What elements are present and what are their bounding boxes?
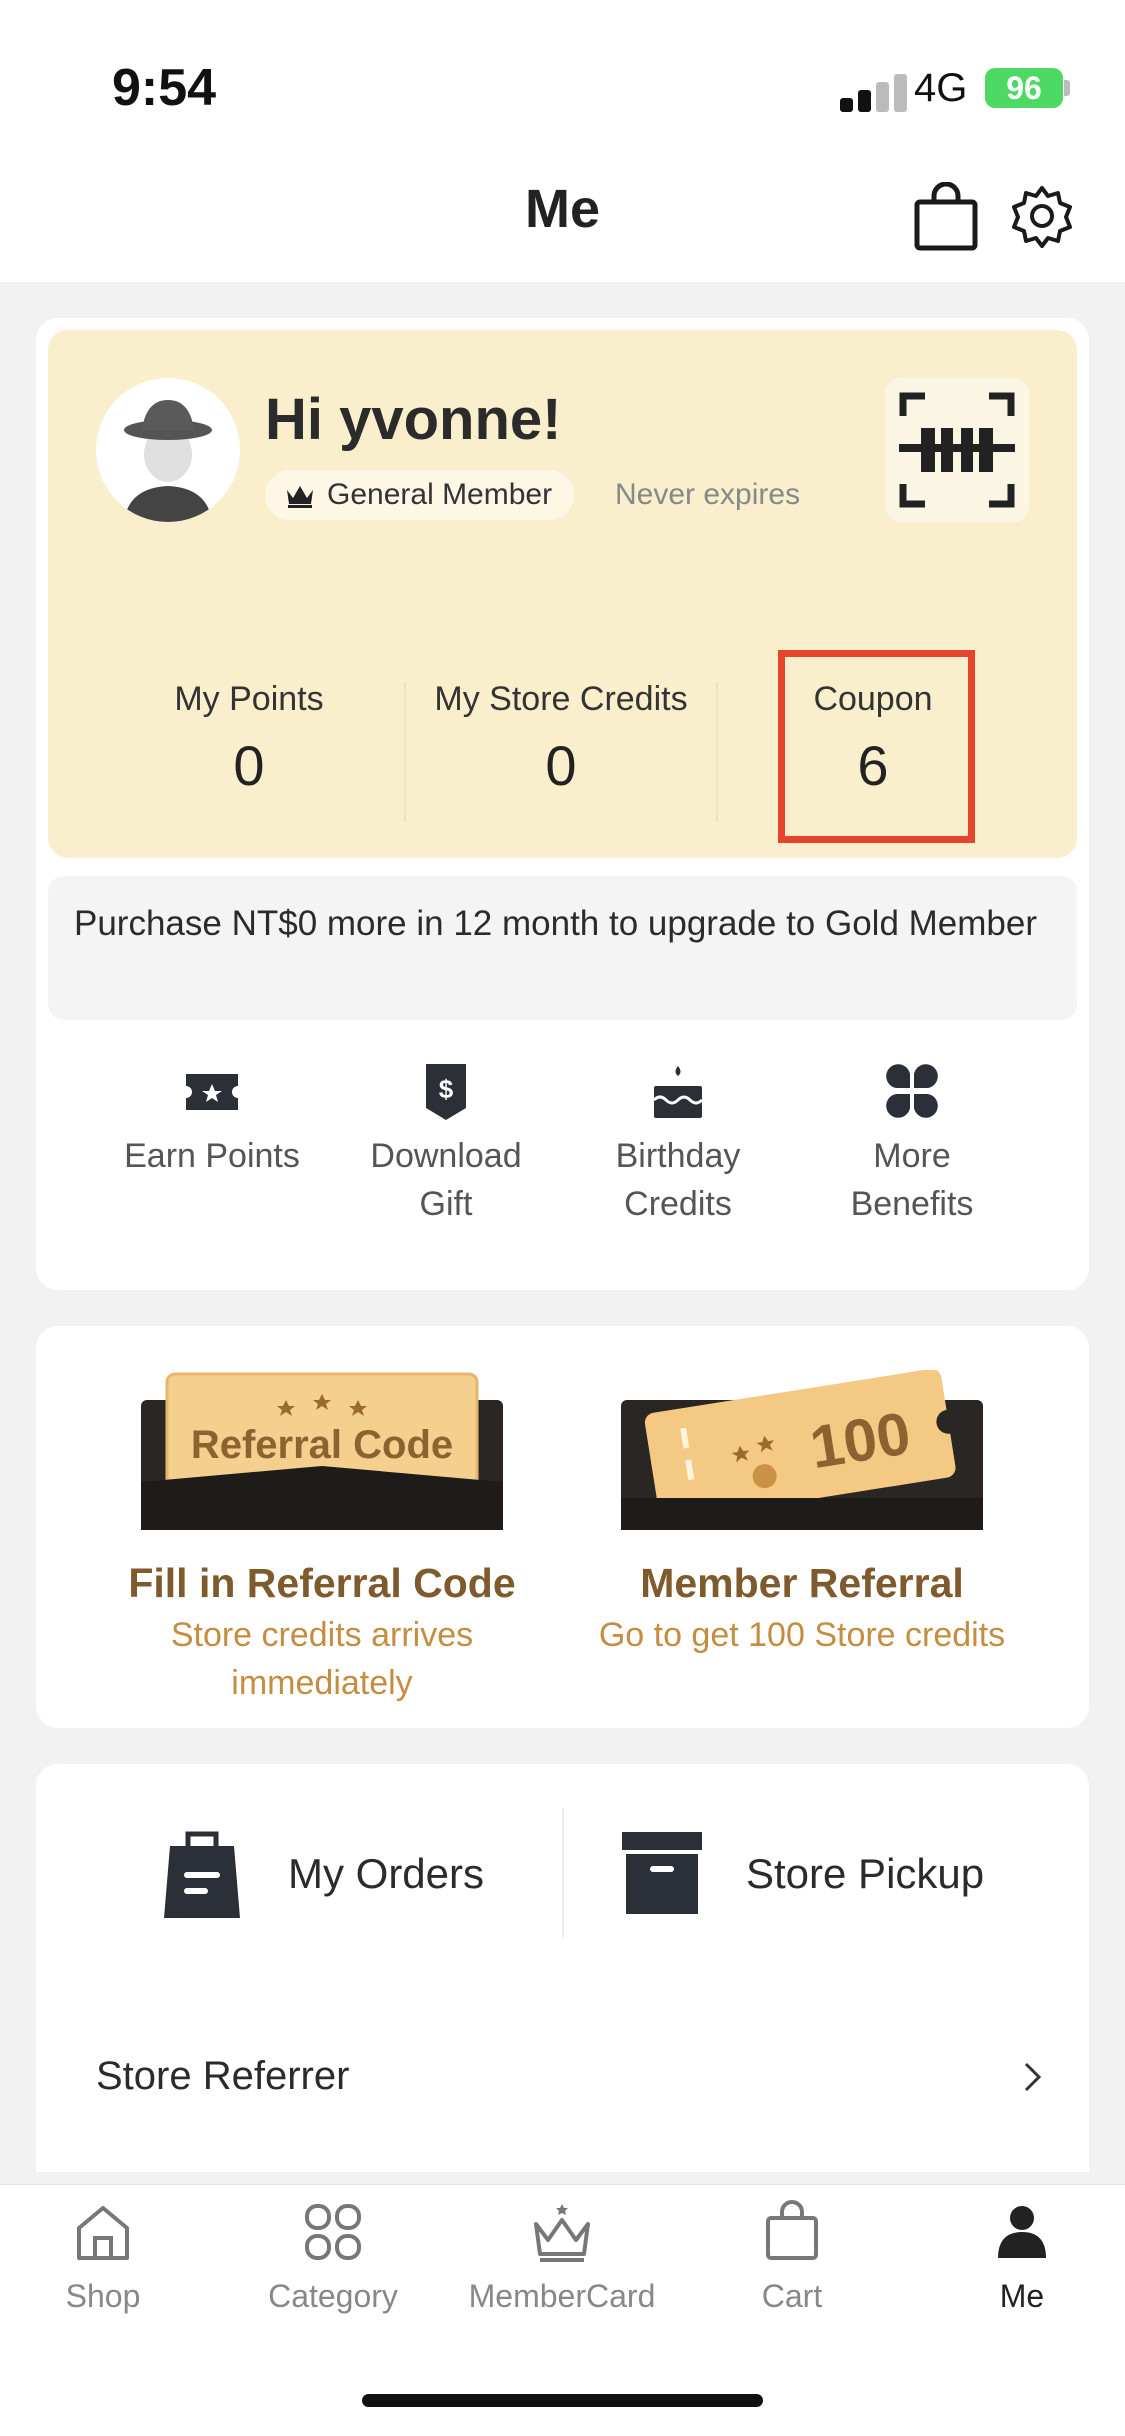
benefit-label: Gift	[419, 1185, 473, 1223]
store-referrer-label: Store Referrer	[96, 2054, 350, 2098]
status-time: 9:54	[112, 59, 217, 117]
benefit-label: Earn Points	[124, 1137, 300, 1175]
benefit-birthday-credits[interactable]: Birthday Credits	[568, 1060, 788, 1228]
home-indicator	[362, 2394, 763, 2407]
benefit-label: Credits	[624, 1185, 732, 1223]
status-bar: 9:54 4G 96	[0, 0, 1125, 170]
coupon-highlight	[778, 650, 975, 843]
member-referral-card[interactable]: 100 Member Referral Go to get 100 Store …	[572, 1370, 1032, 1659]
avatar-icon	[96, 378, 240, 522]
referral-code-image-text: Referral Code	[191, 1423, 453, 1467]
tab-category[interactable]: Category	[233, 2200, 433, 2315]
battery-tip	[1064, 80, 1070, 96]
benefit-label: More	[873, 1137, 951, 1175]
benefit-label: Birthday	[615, 1137, 741, 1175]
chevron-right-icon	[1024, 2062, 1042, 2092]
network-label: 4G	[914, 66, 968, 110]
clover-icon	[886, 1064, 938, 1118]
stat-label: My Points	[174, 680, 324, 718]
person-icon	[998, 2206, 1046, 2258]
member-referral-title: Member Referral	[640, 1560, 964, 1606]
tab-label: Shop	[65, 2278, 141, 2314]
home-icon	[77, 2206, 129, 2260]
stat-points[interactable]: My Points 0	[94, 680, 404, 798]
benefit-download-gift[interactable]: $ Download Gift	[336, 1060, 556, 1228]
credit-voucher-illustration: 100	[621, 1370, 983, 1530]
greeting: Hi yvonne!	[265, 387, 562, 452]
stat-value: 0	[233, 734, 265, 797]
category-icon	[305, 2204, 361, 2260]
benefit-more[interactable]: More Benefits	[802, 1060, 1022, 1228]
crown-icon	[287, 486, 313, 508]
tab-label: MemberCard	[468, 2278, 656, 2314]
benefit-earn-points[interactable]: Earn Points	[102, 1060, 322, 1180]
my-orders-label: My Orders	[288, 1850, 485, 1897]
barcode-scan-icon	[899, 392, 1015, 508]
crown-icon	[534, 2204, 590, 2262]
avatar[interactable]	[96, 378, 240, 522]
shopping-bag-icon[interactable]	[912, 182, 980, 252]
cake-icon	[652, 1066, 704, 1118]
upgrade-notice: Purchase NT$0 more in 12 month to upgrad…	[48, 876, 1077, 1020]
tab-cart[interactable]: Cart	[692, 2200, 892, 2315]
tab-label: Category	[268, 2278, 398, 2314]
benefit-label: Benefits	[850, 1185, 974, 1223]
battery-icon: 96	[985, 68, 1063, 108]
tab-shop[interactable]: Shop	[3, 2200, 203, 2315]
svg-text:$: $	[439, 1074, 454, 1104]
tab-label: Cart	[761, 2278, 823, 2314]
fill-referral-sub: Store credits arrives	[170, 1616, 474, 1654]
fill-referral-title: Fill in Referral Code	[128, 1560, 516, 1606]
member-referral-sub: Go to get 100 Store credits	[598, 1616, 1006, 1654]
store-pickup-label: Store Pickup	[746, 1850, 985, 1897]
ticket-icon	[186, 1074, 238, 1110]
cart-bag-icon	[766, 2200, 818, 2260]
battery-level: 96	[1006, 69, 1042, 106]
gear-icon[interactable]	[1010, 184, 1074, 248]
tier-label: General Member	[327, 478, 553, 511]
referral-code-illustration: Referral Code	[141, 1372, 503, 1530]
stat-value: 0	[545, 734, 577, 797]
orders-divider	[562, 1808, 564, 1938]
tab-label: Me	[999, 2278, 1045, 2314]
benefit-label: Download	[370, 1137, 522, 1175]
stat-label: My Store Credits	[434, 680, 688, 718]
box-icon	[622, 1832, 702, 1914]
fill-referral-sub: immediately	[231, 1664, 413, 1702]
tab-membercard[interactable]: MemberCard	[462, 2200, 662, 2315]
member-barcode-button[interactable]	[885, 378, 1029, 522]
tier-badge[interactable]: General Member	[265, 470, 575, 520]
money-badge-icon: $	[426, 1064, 466, 1120]
stat-store-credits[interactable]: My Store Credits 0	[406, 680, 716, 798]
tab-me[interactable]: Me	[922, 2200, 1122, 2315]
fill-referral-code-card[interactable]: Referral Code Fill in Referral Code Stor…	[92, 1370, 552, 1707]
expiry-text: Never expires	[615, 478, 801, 511]
signal-icon	[840, 72, 910, 112]
order-bag-icon	[164, 1831, 240, 1918]
